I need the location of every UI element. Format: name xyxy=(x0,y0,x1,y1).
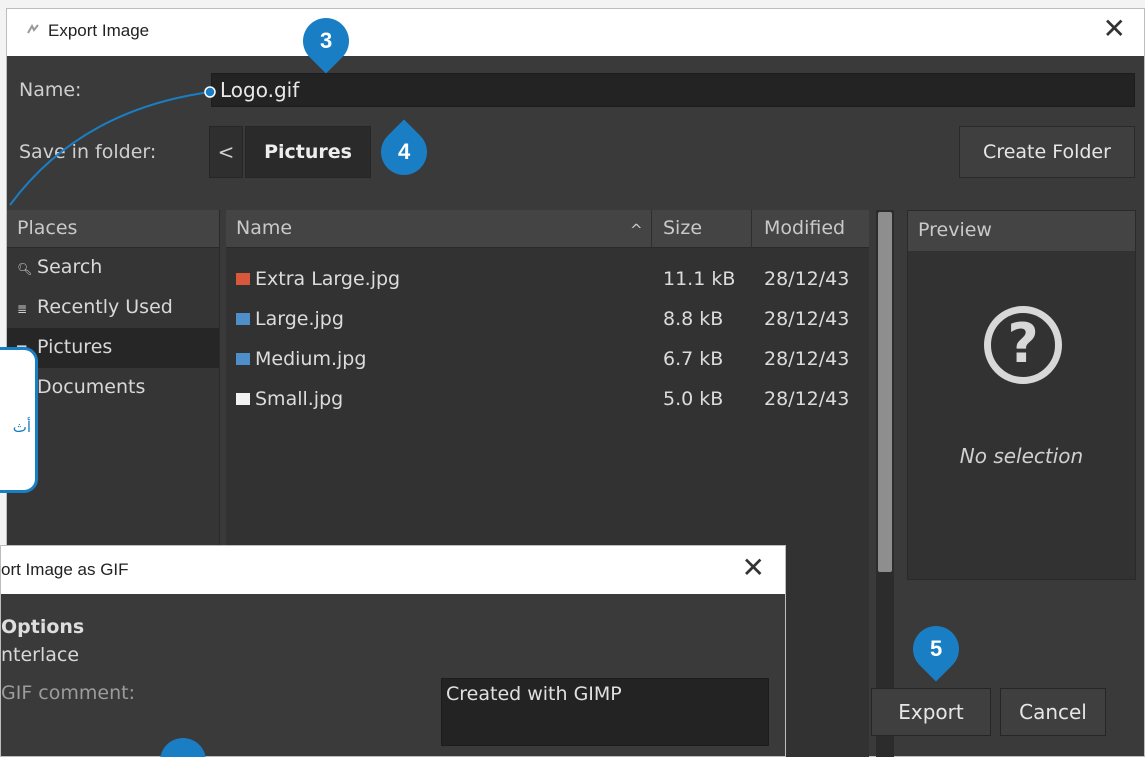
side-callout-text: أث xyxy=(12,418,31,436)
side-callout-card: أث xyxy=(0,347,38,493)
callout-connector-line xyxy=(9,86,216,206)
